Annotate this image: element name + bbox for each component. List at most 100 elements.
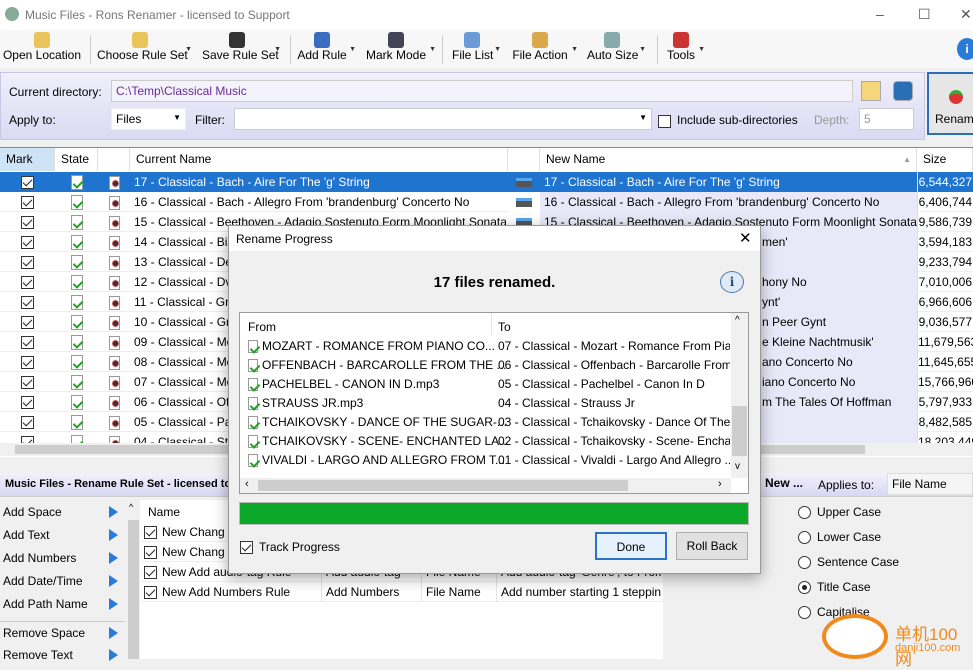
mark-cell[interactable] xyxy=(0,212,55,232)
case-option-lower-case[interactable]: Lower Case xyxy=(798,530,881,545)
action-add-space[interactable]: Add Space xyxy=(3,505,62,519)
current-directory-input[interactable]: C:\Temp\Classical Music xyxy=(111,80,853,102)
case-option-upper-case[interactable]: Upper Case xyxy=(798,505,881,520)
mark-cell[interactable] xyxy=(0,332,55,352)
column-new-icon[interactable] xyxy=(508,148,540,171)
toolbar-tools-button[interactable]: Tools ▼ xyxy=(666,32,705,66)
mark-cell[interactable] xyxy=(0,252,55,272)
maximize-button[interactable]: ☐ xyxy=(918,6,931,23)
mark-checkbox[interactable] xyxy=(21,316,34,330)
from-header[interactable]: From xyxy=(248,320,276,334)
rule-enabled-checkbox[interactable] xyxy=(144,586,157,600)
mark-cell[interactable] xyxy=(0,232,55,252)
expand-arrow-icon[interactable] xyxy=(109,529,118,541)
roll-back-button[interactable]: Roll Back xyxy=(676,532,748,560)
toolbar-file-action-button[interactable]: File Action ▼ xyxy=(511,32,578,66)
scroll-down-icon[interactable]: v xyxy=(735,461,740,472)
mark-checkbox[interactable] xyxy=(21,356,34,370)
include-subdirectories-checkbox[interactable] xyxy=(658,115,671,129)
close-button[interactable]: ✕ xyxy=(960,6,972,23)
case-option-sentence-case[interactable]: Sentence Case xyxy=(798,555,899,570)
column-current-name[interactable]: Current Name xyxy=(130,148,508,171)
expand-arrow-icon[interactable] xyxy=(109,506,118,518)
info-icon[interactable]: i xyxy=(957,38,973,60)
radio-button[interactable] xyxy=(798,556,811,570)
minimize-button[interactable]: – xyxy=(876,6,884,22)
column-size[interactable]: Size xyxy=(917,148,973,171)
mark-checkbox[interactable] xyxy=(21,256,34,270)
mark-cell[interactable] xyxy=(0,312,55,332)
toolbar-open-location-button[interactable]: Open Location xyxy=(2,32,82,66)
to-header[interactable]: To xyxy=(498,320,511,334)
mark-checkbox[interactable] xyxy=(21,176,34,190)
rename-button[interactable]: Renam xyxy=(927,72,973,135)
action-add-path-name[interactable]: Add Path Name xyxy=(3,597,88,611)
toolbar-save-rule-set-button[interactable]: Save Rule Set ▼ xyxy=(202,32,281,66)
dropdown-arrow-icon[interactable]: ▼ xyxy=(274,46,281,53)
table-row[interactable]: 16 - Classical - Bach - Allegro From 'br… xyxy=(0,192,973,212)
radio-button[interactable] xyxy=(798,531,811,545)
toolbar-file-list-button[interactable]: File List ▼ xyxy=(452,32,501,66)
dialog-close-button[interactable]: ✕ xyxy=(739,229,752,247)
mark-cell[interactable] xyxy=(0,392,55,412)
dropdown-arrow-icon[interactable]: ▼ xyxy=(571,46,578,53)
browse-folder-icon[interactable] xyxy=(861,81,881,101)
scroll-up-icon[interactable]: ^ xyxy=(735,315,740,326)
depth-stepper[interactable]: 5 xyxy=(859,108,914,130)
mark-checkbox[interactable] xyxy=(21,296,34,310)
action-add-numbers[interactable]: Add Numbers xyxy=(3,551,76,565)
mark-cell[interactable] xyxy=(0,172,55,192)
rules-header-name[interactable]: Name xyxy=(148,505,180,519)
column-mark[interactable]: Mark xyxy=(0,148,55,171)
dropdown-arrow-icon[interactable]: ▼ xyxy=(494,46,501,53)
radio-button[interactable] xyxy=(798,581,811,595)
rule-enabled-checkbox[interactable] xyxy=(144,526,157,540)
radio-button[interactable] xyxy=(798,506,811,520)
dropdown-arrow-icon[interactable]: ▼ xyxy=(429,46,436,53)
dropdown-arrow-icon[interactable]: ▼ xyxy=(185,46,192,53)
mark-cell[interactable] xyxy=(0,372,55,392)
expand-arrow-icon[interactable] xyxy=(109,649,118,661)
expand-arrow-icon[interactable] xyxy=(109,627,118,639)
action-add-date-time[interactable]: Add Date/Time xyxy=(3,574,83,588)
apply-to-select[interactable]: Files ▼ xyxy=(111,108,186,130)
mark-checkbox[interactable] xyxy=(21,196,34,210)
expand-arrow-icon[interactable] xyxy=(109,552,118,564)
mark-cell[interactable] xyxy=(0,292,55,312)
expand-arrow-icon[interactable] xyxy=(109,598,118,610)
list-vertical-scrollbar[interactable]: ^ v xyxy=(731,313,748,478)
column-state[interactable]: State xyxy=(55,148,98,171)
mark-checkbox[interactable] xyxy=(21,236,34,250)
toolbar-mark-mode-button[interactable]: Mark Mode ▼ xyxy=(365,32,436,66)
mark-checkbox[interactable] xyxy=(21,336,34,350)
refresh-icon[interactable] xyxy=(893,81,913,101)
radio-button[interactable] xyxy=(798,606,811,620)
mark-checkbox[interactable] xyxy=(21,416,34,430)
action-add-text[interactable]: Add Text xyxy=(3,528,49,542)
action-remove-space[interactable]: Remove Space xyxy=(3,626,85,640)
scroll-right-icon[interactable]: › xyxy=(718,478,722,490)
mark-checkbox[interactable] xyxy=(21,396,34,410)
case-option-title-case[interactable]: Title Case xyxy=(798,580,871,595)
toolbar-auto-size-button[interactable]: Auto Size ▼ xyxy=(587,32,646,66)
track-progress-checkbox[interactable] xyxy=(240,541,253,555)
column-new-name[interactable]: New Name ▲ xyxy=(540,148,917,171)
column-icon[interactable] xyxy=(98,148,130,171)
mark-checkbox[interactable] xyxy=(21,376,34,390)
mark-cell[interactable] xyxy=(0,192,55,212)
action-remove-text[interactable]: Remove Text xyxy=(3,648,73,662)
mark-checkbox[interactable] xyxy=(21,216,34,230)
scroll-left-icon[interactable]: ‹ xyxy=(245,478,249,490)
list-horizontal-scrollbar[interactable]: ‹ › xyxy=(240,478,731,493)
mark-cell[interactable] xyxy=(0,272,55,292)
dropdown-arrow-icon[interactable]: ▼ xyxy=(698,46,705,53)
rule-row[interactable]: New Add Numbers Rule Add Numbers File Name… xyxy=(140,582,663,602)
toolbar-add-rule-button[interactable]: Add Rule ▼ xyxy=(297,32,356,66)
filter-input[interactable]: ▼ xyxy=(234,108,652,130)
expand-arrow-icon[interactable] xyxy=(109,575,118,587)
rule-enabled-checkbox[interactable] xyxy=(144,546,157,560)
applies-to-select[interactable]: File Name xyxy=(887,473,973,495)
table-row[interactable]: 17 - Classical - Bach - Aire For The 'g'… xyxy=(0,172,973,192)
rule-enabled-checkbox[interactable] xyxy=(144,566,157,580)
dropdown-arrow-icon[interactable]: ▼ xyxy=(639,46,646,53)
